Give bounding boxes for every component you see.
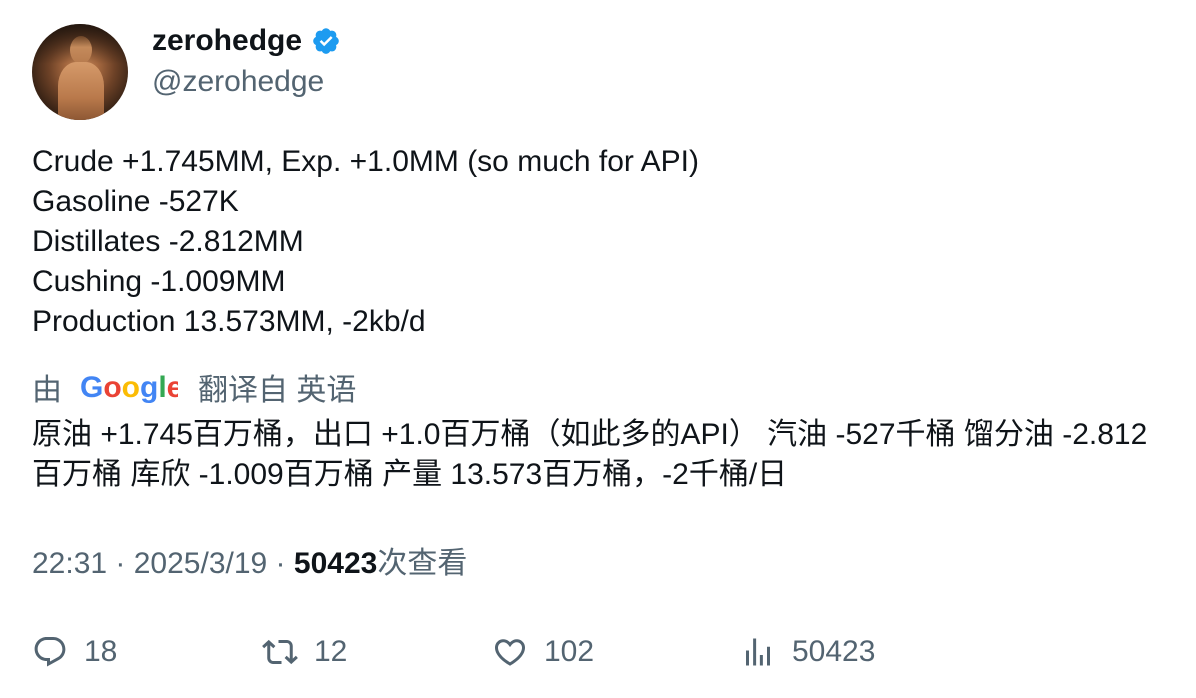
reply-icon bbox=[34, 637, 66, 667]
heart-icon bbox=[494, 639, 526, 666]
views-label: 次查看 bbox=[377, 547, 468, 580]
reply-button[interactable]: 18 bbox=[32, 630, 117, 674]
retweet-count: 12 bbox=[314, 635, 348, 668]
tweet-line: Crude +1.745MM, Exp. +1.0MM (so much for… bbox=[32, 145, 699, 178]
svg-text:Google: Google bbox=[80, 371, 178, 404]
verified-badge-icon[interactable] bbox=[311, 26, 341, 56]
translated-by-label: 由 bbox=[32, 374, 62, 407]
like-count: 102 bbox=[544, 635, 595, 668]
tweet-meta: 22:31 · 2025/3/19 · 50423次查看 bbox=[32, 544, 467, 584]
retweet-button[interactable]: 12 bbox=[262, 630, 347, 674]
meta-separator: · bbox=[267, 547, 294, 580]
display-name-text[interactable]: zerohedge bbox=[152, 22, 302, 60]
retweet-icon bbox=[262, 639, 298, 665]
views-button[interactable]: 50423 bbox=[740, 630, 875, 674]
author-display-name[interactable]: zerohedge bbox=[152, 22, 341, 60]
tweet-line: Cushing -1.009MM bbox=[32, 265, 286, 298]
tweet-line: Production 13.573MM, -2kb/d bbox=[32, 305, 426, 338]
avatar[interactable] bbox=[32, 24, 128, 120]
author-handle[interactable]: @zerohedge bbox=[152, 63, 324, 101]
translated-text: 原油 +1.745百万桶，出口 +1.0百万桶（如此多的API） 汽油 -527… bbox=[32, 418, 1148, 491]
tweet-time[interactable]: 22:31 bbox=[32, 547, 107, 580]
translation-attribution[interactable]: 由 Google 翻译自 英语 bbox=[32, 367, 356, 407]
avatar-torso bbox=[58, 62, 104, 120]
analytics-icon bbox=[746, 638, 770, 666]
google-logo-icon: Google bbox=[80, 370, 178, 404]
action-bar: 18 12 102 50423 bbox=[0, 630, 1196, 674]
views-count-action: 50423 bbox=[792, 635, 876, 668]
reply-count: 18 bbox=[84, 635, 118, 668]
tweet: zerohedge @zerohedge Crude +1.745MM, Exp… bbox=[0, 0, 1196, 698]
avatar-head bbox=[70, 36, 92, 64]
views-count: 50423 bbox=[293, 547, 378, 580]
like-button[interactable]: 102 bbox=[492, 630, 594, 674]
tweet-line: Gasoline -527K bbox=[32, 185, 239, 218]
tweet-date[interactable]: 2025/3/19 bbox=[134, 547, 267, 580]
tweet-text: Crude +1.745MM, Exp. +1.0MM (so much for… bbox=[32, 142, 699, 342]
translated-from-label[interactable]: 翻译自 英语 bbox=[198, 365, 356, 409]
meta-separator: · bbox=[107, 547, 134, 580]
tweet-line: Distillates -2.812MM bbox=[32, 225, 304, 258]
